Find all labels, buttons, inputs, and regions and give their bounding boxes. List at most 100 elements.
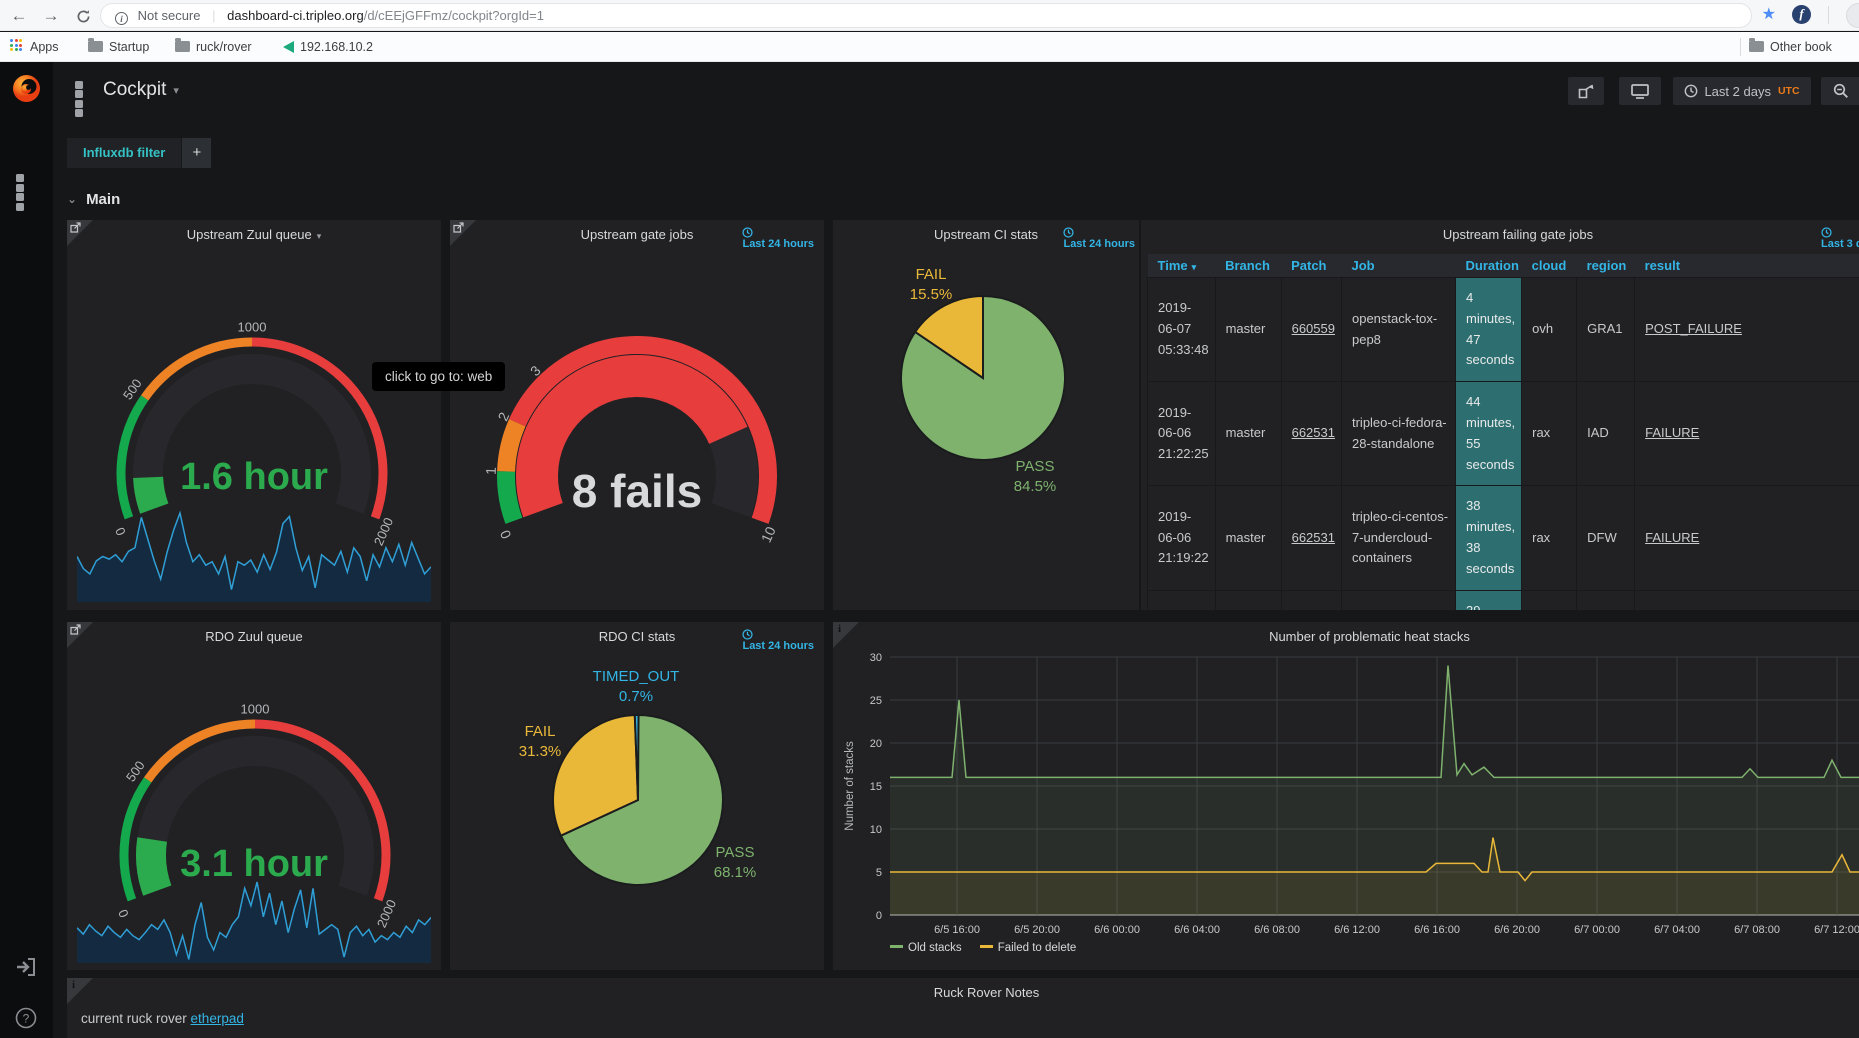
- back-icon[interactable]: ←: [6, 3, 32, 29]
- cell-job: tripleo-ci-fedora-28-standalone: [1341, 382, 1455, 486]
- submenu: Influxdb filter +: [67, 138, 211, 168]
- cell-result[interactable]: FAILURE: [1635, 590, 1859, 610]
- cell-region: DFW: [1577, 486, 1635, 590]
- pie-slice-label: FAIL15.5%: [910, 265, 953, 306]
- panel-title[interactable]: Ruck Rover Notes: [67, 985, 1859, 1000]
- profile-avatar[interactable]: [1846, 3, 1859, 28]
- bookmark-star-icon[interactable]: ★: [1762, 4, 1776, 24]
- rdo-zuul-gauge: 050010002000: [67, 622, 441, 970]
- column-header-duration[interactable]: Duration: [1455, 254, 1521, 278]
- etherpad-link[interactable]: etherpad: [191, 1011, 244, 1026]
- fedora-extension-icon[interactable]: f: [1792, 5, 1811, 24]
- sort-caret-icon: ▾: [1192, 262, 1197, 272]
- apps-grid-icon: [10, 39, 24, 53]
- column-header-result[interactable]: result: [1635, 254, 1859, 278]
- panel-time-label[interactable]: Last 24 hours: [742, 227, 814, 250]
- column-header-branch[interactable]: Branch: [1215, 254, 1281, 278]
- bookmark-ip[interactable]: 192.168.10.2: [283, 32, 373, 62]
- column-header-patch[interactable]: Patch: [1281, 254, 1341, 278]
- bookmark-startup[interactable]: Startup: [88, 32, 149, 62]
- dashboards-nav-icon[interactable]: [16, 174, 35, 198]
- column-header-time[interactable]: Time▾: [1148, 254, 1216, 278]
- time-range-button[interactable]: Last 2 days UTC: [1673, 77, 1811, 105]
- svg-text:6/5 20:00: 6/5 20:00: [1014, 924, 1060, 936]
- column-header-region[interactable]: region: [1577, 254, 1635, 278]
- table-row: 2019-06-06 21:19:22master662531tripleo-c…: [1148, 486, 1859, 590]
- panel-title[interactable]: Upstream failing gate jobs: [1141, 227, 1859, 242]
- chevron-down-icon: ⌄: [67, 192, 77, 206]
- grafana-app: ? Cockpit ▾ Last 2 days UTC: [0, 62, 1859, 1038]
- table-row: 2019-06-06 21:22:25master662531tripleo-c…: [1148, 382, 1859, 486]
- panel-time-label[interactable]: Last 24 hours: [1063, 227, 1135, 250]
- share-button[interactable]: [1568, 77, 1604, 105]
- cell-time: 2019-06-06 21:19:07: [1148, 590, 1216, 610]
- panel-title[interactable]: Number of problematic heat stacks: [833, 629, 1859, 644]
- folder-icon: [1749, 41, 1764, 52]
- panel-time-label[interactable]: Last 24 hours: [742, 629, 814, 652]
- dashboard-header: Cockpit ▾: [75, 75, 179, 105]
- cell-patch[interactable]: 660559: [1281, 278, 1341, 382]
- panel-ruck-rover-notes: i Ruck Rover Notes current ruck rover et…: [67, 978, 1859, 1038]
- cell-region: IAD: [1577, 382, 1635, 486]
- url-path: /d/cEEjGFFmz/cockpit?orgId=1: [364, 8, 544, 23]
- bookmark-ruck-rover[interactable]: ruck/rover: [175, 32, 252, 62]
- svg-text:2000: 2000: [371, 515, 396, 548]
- url-bar[interactable]: i Not secure | dashboard-ci.tripleo.org/…: [100, 3, 1752, 28]
- cell-branch: master: [1215, 590, 1281, 610]
- panel-upstream-zuul-queue: Upstream Zuul queue▾ 050010002000 1.6 ho…: [67, 220, 441, 610]
- reload-icon[interactable]: [70, 3, 96, 29]
- help-icon[interactable]: ?: [15, 1007, 37, 1029]
- svg-text:10: 10: [758, 524, 779, 545]
- legend-item[interactable]: Failed to delete: [980, 942, 1077, 954]
- zoom-out-button[interactable]: [1821, 77, 1859, 105]
- column-header-job[interactable]: Job: [1341, 254, 1455, 278]
- url-separator: |: [204, 8, 223, 23]
- heat-stacks-chart: 0510152025306/5 16:006/5 20:006/6 00:006…: [833, 622, 1859, 962]
- svg-text:500: 500: [120, 376, 145, 402]
- cell-job: tripleo-ci-centos-7-standalone: [1341, 590, 1455, 610]
- pie-slice-label: PASS68.1%: [714, 843, 757, 884]
- panel-upstream-gate-jobs: Upstream gate jobs Last 24 hours 012310 …: [450, 220, 824, 610]
- cell-patch[interactable]: 662531: [1281, 486, 1341, 590]
- panel-time-label[interactable]: Last 3 days: [1821, 227, 1859, 250]
- influxdb-filter-button[interactable]: Influxdb filter: [67, 138, 181, 168]
- cell-duration: 4 minutes, 47 seconds: [1455, 278, 1521, 382]
- cell-result[interactable]: FAILURE: [1635, 486, 1859, 590]
- panel-title[interactable]: Upstream Zuul queue▾: [67, 227, 441, 242]
- cell-patch[interactable]: 662531: [1281, 590, 1341, 610]
- cell-job: openstack-tox-pep8: [1341, 278, 1455, 382]
- svg-text:5: 5: [876, 867, 882, 879]
- tv-mode-button[interactable]: [1619, 77, 1661, 105]
- pie-slice-label: PASS84.5%: [1014, 457, 1057, 498]
- panel-rdo-ci-stats: RDO CI stats Last 24 hours PASS68.1%FAIL…: [450, 622, 824, 970]
- apps-shortcut[interactable]: Apps: [10, 32, 59, 62]
- legend-item[interactable]: Old stacks: [890, 942, 962, 954]
- svg-text:6/5 16:00: 6/5 16:00: [934, 924, 980, 936]
- add-filter-button[interactable]: +: [182, 138, 211, 168]
- cell-patch[interactable]: 662531: [1281, 382, 1341, 486]
- svg-text:0: 0: [112, 525, 129, 538]
- dashboard-title[interactable]: Cockpit: [103, 79, 166, 101]
- forward-icon[interactable]: →: [38, 3, 64, 29]
- cell-result[interactable]: FAILURE: [1635, 382, 1859, 486]
- row-header-main[interactable]: ⌄ Main: [67, 186, 120, 212]
- chevron-down-icon[interactable]: ▾: [173, 84, 179, 97]
- dashboard-icon: [75, 81, 94, 100]
- column-header-cloud[interactable]: cloud: [1522, 254, 1577, 278]
- svg-text:500: 500: [123, 758, 148, 784]
- svg-text:0: 0: [876, 910, 882, 922]
- other-bookmarks[interactable]: Other book: [1749, 32, 1859, 62]
- cell-result[interactable]: POST_FAILURE: [1635, 278, 1859, 382]
- timezone-label: UTC: [1778, 85, 1800, 97]
- failing-jobs-table: Time▾BranchPatchJobDurationcloudregionre…: [1147, 254, 1859, 610]
- pie-slice-label: TIMED_OUT0.7%: [593, 667, 680, 708]
- grafana-logo-icon[interactable]: [10, 72, 43, 105]
- cell-branch: master: [1215, 486, 1281, 590]
- svg-text:15: 15: [870, 781, 882, 793]
- table-row: 2019-06-06 21:19:07master662531tripleo-c…: [1148, 590, 1859, 610]
- panel-heat-stacks: i Number of problematic heat stacks 0510…: [833, 622, 1859, 970]
- sign-in-icon[interactable]: [15, 957, 37, 977]
- panel-title[interactable]: RDO Zuul queue: [67, 629, 441, 644]
- page-info-icon[interactable]: i: [115, 12, 128, 25]
- bookmarks-divider: [1740, 38, 1741, 56]
